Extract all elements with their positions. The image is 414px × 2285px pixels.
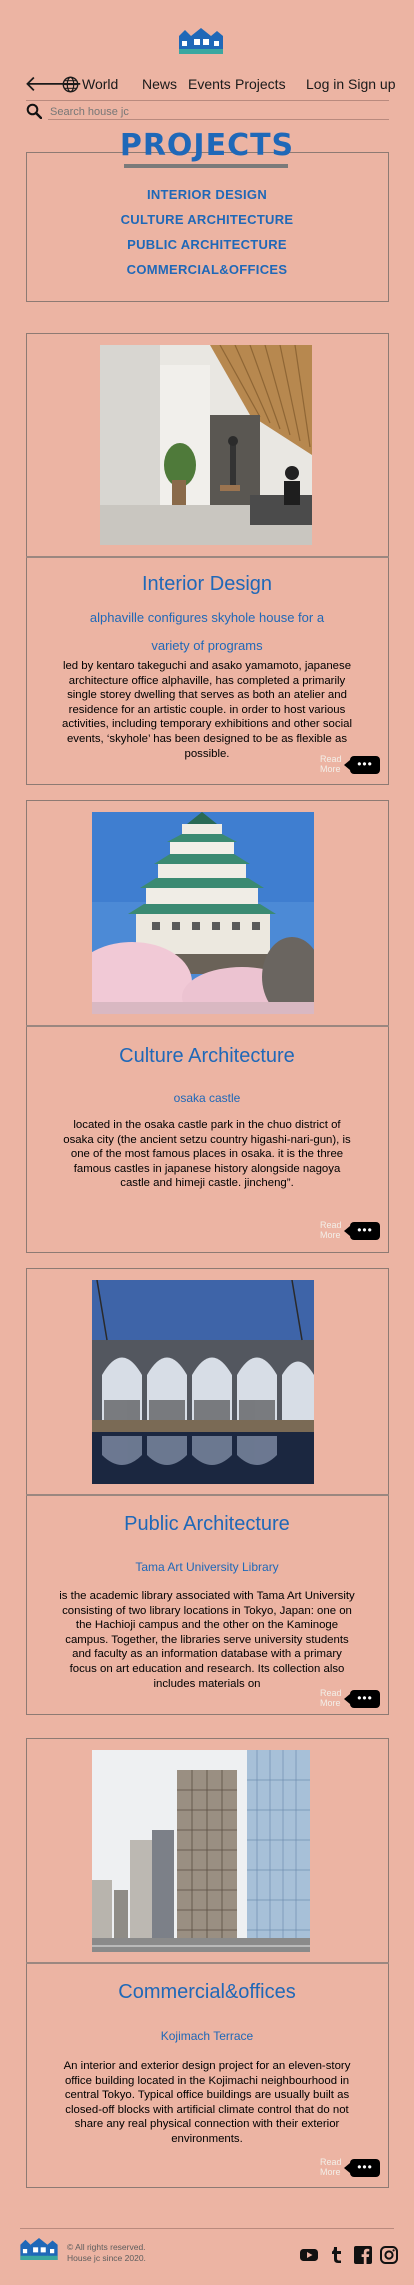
card-title[interactable]: Public Architecture (0, 1513, 414, 1536)
page-title: PROJECTS (119, 128, 295, 163)
card-subtitle: Kojimach Terrace (160, 2029, 254, 2043)
tumblr-icon[interactable] (328, 2246, 346, 2264)
nav-world[interactable]: World (82, 70, 118, 98)
top-nav: 🡐 World News Events Projects Log in Sign… (0, 70, 414, 98)
footer-divider (20, 2228, 394, 2229)
title-underline (124, 164, 288, 168)
card-divider (26, 1962, 389, 1964)
logo-icon[interactable] (179, 28, 223, 54)
footer-since: House jc since 2020. (67, 2253, 146, 2263)
card-subtitle: Tama Art University Library (135, 1560, 279, 1574)
card-title[interactable]: Culture Architecture (0, 1045, 414, 1068)
globe-icon[interactable] (62, 76, 79, 93)
card-body: An interior and exterior design project … (63, 2060, 351, 2145)
instagram-icon[interactable] (380, 2246, 398, 2264)
nav-divider (26, 100, 389, 101)
card-subtitle: alphaville configures skyhole house for … (89, 610, 325, 625)
signup-link[interactable]: Sign up (348, 70, 395, 98)
card-subtitle: osaka castle (173, 1091, 241, 1105)
category-box (26, 152, 389, 302)
card-title[interactable]: Commercial&offices (0, 1981, 414, 2004)
card-subtitle: variety of programs (151, 638, 263, 653)
search-icon[interactable] (26, 103, 42, 119)
nav-news[interactable]: News (142, 70, 177, 98)
office-photo (92, 1750, 310, 1952)
nav-projects[interactable]: Projects (235, 70, 286, 98)
library-photo (92, 1280, 314, 1484)
facebook-icon[interactable] (354, 2246, 372, 2264)
castle-photo (92, 812, 314, 1014)
card-divider (26, 556, 389, 558)
nav-events[interactable]: Events (188, 70, 231, 98)
card-body: is the academic library associated with … (59, 1590, 355, 1690)
category-commercial-offices[interactable]: COMMERCIAL&OFFICES (0, 262, 414, 277)
footer-logo-icon[interactable] (20, 2238, 58, 2260)
youtube-icon[interactable] (300, 2246, 318, 2264)
ellipsis-icon[interactable]: ••• (344, 2159, 380, 2177)
category-public-architecture[interactable]: PUBLIC ARCHITECTURE (0, 237, 414, 252)
card-body: located in the osaka castle park in the … (63, 1119, 351, 1190)
read-more-link[interactable]: Read More (320, 2157, 344, 2177)
login-link[interactable]: Log in (306, 70, 344, 98)
card-divider (26, 1025, 389, 1027)
ellipsis-icon[interactable]: ••• (344, 1222, 380, 1240)
category-culture-architecture[interactable]: CULTURE ARCHITECTURE (0, 212, 414, 227)
read-more-link[interactable]: Read More (320, 754, 344, 774)
interior-photo (100, 345, 312, 545)
ellipsis-icon[interactable]: ••• (344, 1690, 380, 1708)
search-divider (48, 119, 389, 120)
ellipsis-icon[interactable]: ••• (344, 756, 380, 774)
read-more-link[interactable]: Read More (320, 1220, 344, 1240)
card-title[interactable]: Interior Design (0, 573, 414, 596)
card-body: led by kentaro takeguchi and asako yamam… (62, 660, 352, 760)
read-more-link[interactable]: Read More (320, 1688, 344, 1708)
category-interior-design[interactable]: INTERIOR DESIGN (0, 187, 414, 202)
footer-copyright: © All rights reserved. (67, 2242, 146, 2252)
card-divider (26, 1494, 389, 1496)
